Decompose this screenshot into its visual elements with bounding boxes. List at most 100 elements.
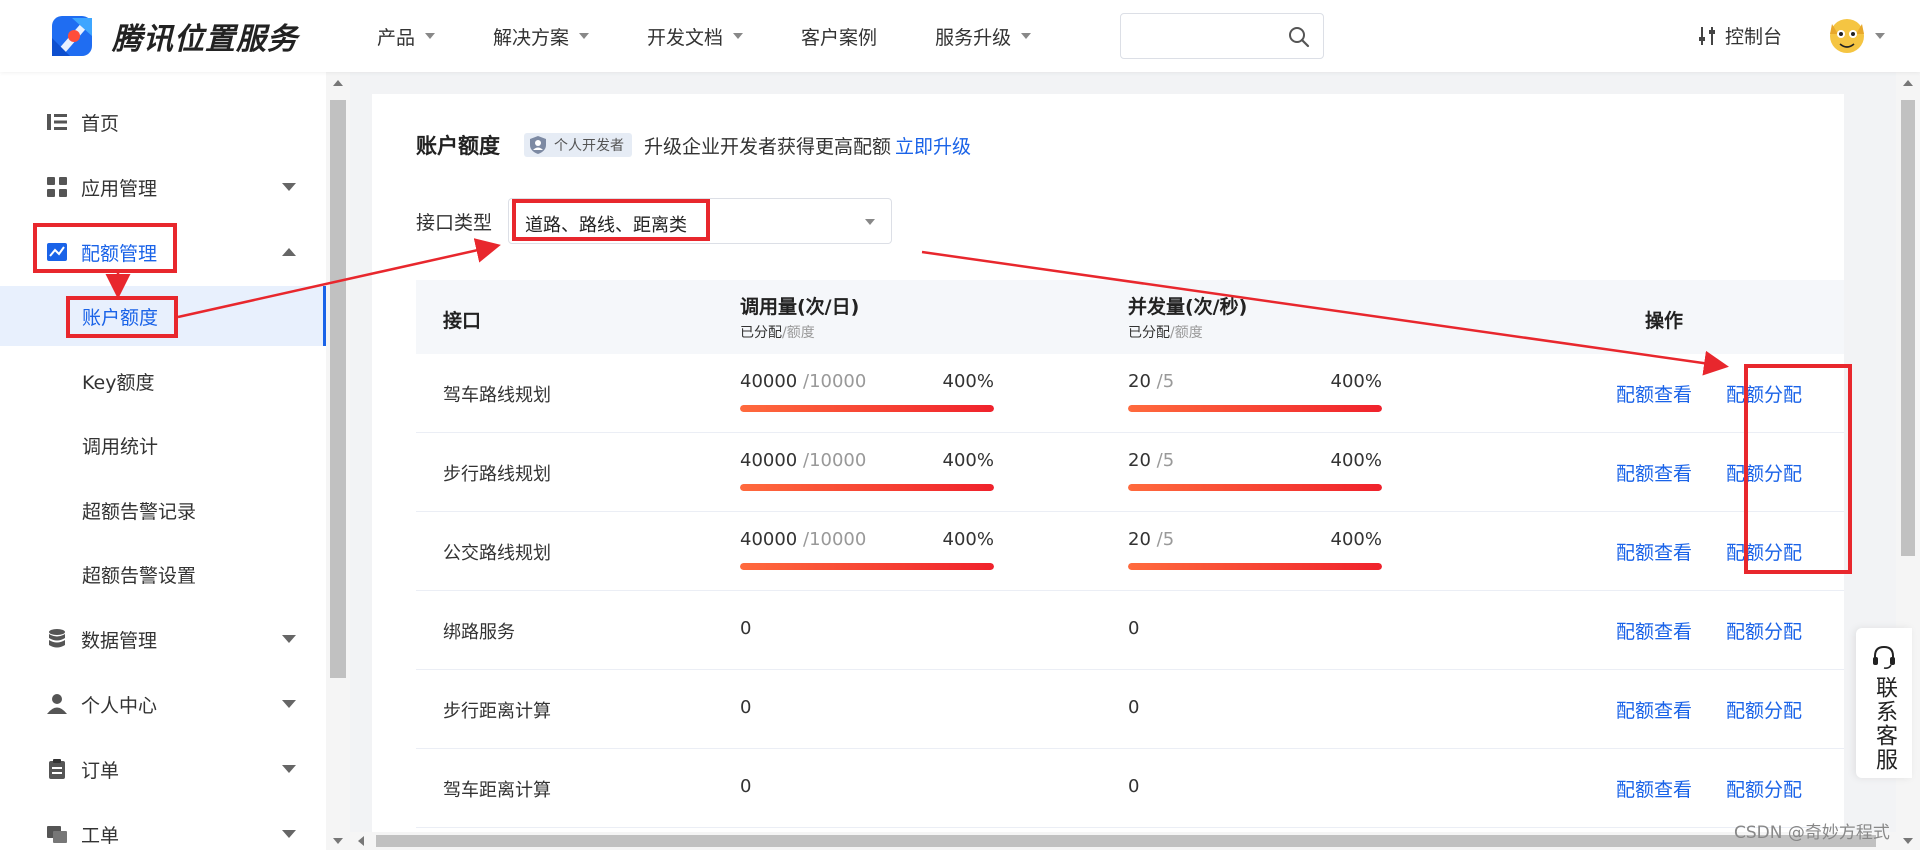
quota-view-link[interactable]: 配额查看 — [1616, 696, 1692, 723]
concurrency-usage-value: 0 — [1128, 618, 1140, 639]
daily-usage-value: 40000 /10000 — [740, 450, 866, 471]
api-name: 驾车路线规划 — [443, 385, 551, 406]
col-header-daily: 调用量(次/日) — [740, 296, 860, 318]
concurrency-usage-value: 20 /5 — [1128, 529, 1174, 550]
quota-assign-link[interactable]: 配额分配 — [1726, 538, 1802, 565]
quota-view-link[interactable]: 配额查看 — [1616, 775, 1692, 802]
api-type-filter: 接口类型 道路、路线、距离类 — [416, 198, 893, 244]
col-header-concurrency: 并发量(次/秒) — [1128, 296, 1248, 318]
used-value: 40000 — [740, 529, 798, 550]
scroll-up-icon[interactable] — [1903, 80, 1913, 86]
sub-quota: /额度 — [782, 325, 815, 341]
quota-value: /5 — [1156, 529, 1175, 550]
main-nav: 产品 解决方案 开发文档 客户案例 服务升级 — [377, 0, 1089, 72]
content-card: 账户额度 个人开发者 升级企业开发者获得更高配额 立即升级 接口类型 道路、路线… — [372, 94, 1844, 834]
daily-usage-value: 40000 /10000 — [740, 529, 866, 550]
scrollbar-thumb[interactable] — [1901, 100, 1915, 556]
nav-docs[interactable]: 开发文档 — [647, 23, 744, 50]
customer-service-float[interactable]: 联系客服 — [1856, 628, 1912, 778]
progress-fill — [1128, 563, 1382, 570]
daily-usage: 40000 /10000 400% — [740, 450, 994, 491]
api-name: 驾车距离计算 — [443, 780, 551, 801]
chevron-down-icon[interactable] — [1875, 33, 1885, 39]
chevron-down-icon — [282, 765, 296, 773]
sidebar-subitem-account-quota[interactable]: 账户额度 — [0, 286, 326, 346]
nav-label: 开发文档 — [647, 26, 724, 49]
nav-solutions[interactable]: 解决方案 — [493, 23, 590, 50]
sidebar-item-quota[interactable]: 配额管理 — [0, 222, 326, 282]
console-link[interactable]: 控制台 — [1697, 22, 1782, 49]
console-label: 控制台 — [1725, 26, 1783, 48]
sidebar-subitem-key-quota[interactable]: Key额度 — [0, 351, 326, 411]
quota-view-link[interactable]: 配额查看 — [1616, 380, 1692, 407]
progress-fill — [740, 563, 994, 570]
usage-progress-bar — [740, 484, 994, 491]
sidebar-item-apps[interactable]: 应用管理 — [0, 157, 326, 217]
sidebar-subitem-label: 调用统计 — [82, 435, 159, 458]
quota-assign-link[interactable]: 配额分配 — [1726, 380, 1802, 407]
logo-text: 腾讯位置服务 — [112, 22, 298, 57]
quota-value: /10000 — [803, 450, 867, 471]
scroll-down-icon[interactable] — [1903, 838, 1913, 844]
table-body: 驾车路线规划 40000 /10000 400% 20 /5 400% 配额查看… — [416, 354, 1844, 828]
scrollbar-thumb[interactable] — [376, 835, 1876, 847]
sidebar-item-home[interactable]: 首页 — [0, 92, 326, 152]
quota-assign-link[interactable]: 配额分配 — [1726, 696, 1802, 723]
scrollbar-thumb[interactable] — [330, 100, 346, 678]
nav-products[interactable]: 产品 — [377, 23, 436, 50]
sidebar-subitem-alert-settings[interactable]: 超额告警设置 — [0, 544, 326, 604]
horizontal-scrollbar[interactable] — [350, 832, 1896, 850]
usage-percent: 400% — [942, 371, 994, 392]
nav-label: 客户案例 — [801, 26, 878, 49]
col-header-ops: 操作 — [1645, 310, 1684, 332]
quota-view-link[interactable]: 配额查看 — [1616, 538, 1692, 565]
chevron-down-icon — [865, 219, 876, 225]
nav-service-upgrade[interactable]: 服务升级 — [935, 23, 1032, 50]
usage-percent: 400% — [942, 529, 994, 550]
search-input[interactable] — [1121, 14, 1281, 58]
progress-fill — [1128, 484, 1382, 491]
sub-allocated: 已分配 — [1128, 325, 1170, 341]
nav-label: 解决方案 — [493, 26, 570, 49]
sidebar-item-profile[interactable]: 个人中心 — [0, 674, 326, 734]
daily-usage: 40000 /10000 400% — [740, 371, 994, 412]
sidebar-item-data[interactable]: 数据管理 — [0, 609, 326, 669]
usage-percent: 400% — [1330, 529, 1382, 550]
quota-assign-link[interactable]: 配额分配 — [1726, 775, 1802, 802]
sidebar-scrollbar[interactable] — [326, 72, 350, 850]
table-row: 步行路线规划 40000 /10000 400% 20 /5 400% 配额查看… — [416, 433, 1844, 512]
chevron-down-icon — [282, 830, 296, 838]
avatar[interactable] — [1826, 14, 1868, 56]
api-type-select[interactable]: 道路、路线、距离类 — [508, 198, 893, 244]
nav-cases[interactable]: 客户案例 — [801, 23, 877, 50]
sidebar-subitem-label: 超额告警记录 — [82, 500, 197, 523]
chevron-down-icon — [282, 700, 296, 708]
table-row: 步行距离计算 0 0 配额查看 配额分配 — [416, 670, 1844, 749]
search-icon[interactable] — [1287, 25, 1311, 49]
quota-assign-link[interactable]: 配额分配 — [1726, 459, 1802, 486]
sub-quota: /额度 — [1170, 325, 1203, 341]
quota-value: /5 — [1156, 450, 1175, 471]
sidebar-subitem-call-stats[interactable]: 调用统计 — [0, 415, 326, 475]
shield-user-icon — [530, 136, 546, 154]
chevron-down-icon — [425, 33, 436, 39]
quota-assign-link[interactable]: 配额分配 — [1726, 617, 1802, 644]
progress-fill — [740, 405, 994, 412]
sidebar-item-label: 工单 — [81, 824, 120, 847]
chevron-down-icon — [733, 33, 744, 39]
api-name: 绑路服务 — [443, 622, 515, 643]
sidebar-subitem-alert-records[interactable]: 超额告警记录 — [0, 480, 326, 540]
quota-view-link[interactable]: 配额查看 — [1616, 617, 1692, 644]
scroll-left-icon[interactable] — [358, 836, 364, 846]
logo[interactable]: 腾讯位置服务 — [50, 14, 298, 58]
scroll-down-icon[interactable] — [333, 838, 343, 844]
scroll-up-icon[interactable] — [333, 80, 343, 86]
sidebar-item-tickets[interactable]: 工单 — [0, 804, 326, 850]
chevron-down-icon — [282, 183, 296, 191]
sidebar-item-orders[interactable]: 订单 — [0, 739, 326, 799]
usage-percent: 400% — [1330, 371, 1382, 392]
table-row: 驾车路线规划 40000 /10000 400% 20 /5 400% 配额查看… — [416, 354, 1844, 433]
grid-icon — [47, 177, 67, 197]
upgrade-link[interactable]: 立即升级 — [895, 132, 971, 159]
quota-view-link[interactable]: 配额查看 — [1616, 459, 1692, 486]
